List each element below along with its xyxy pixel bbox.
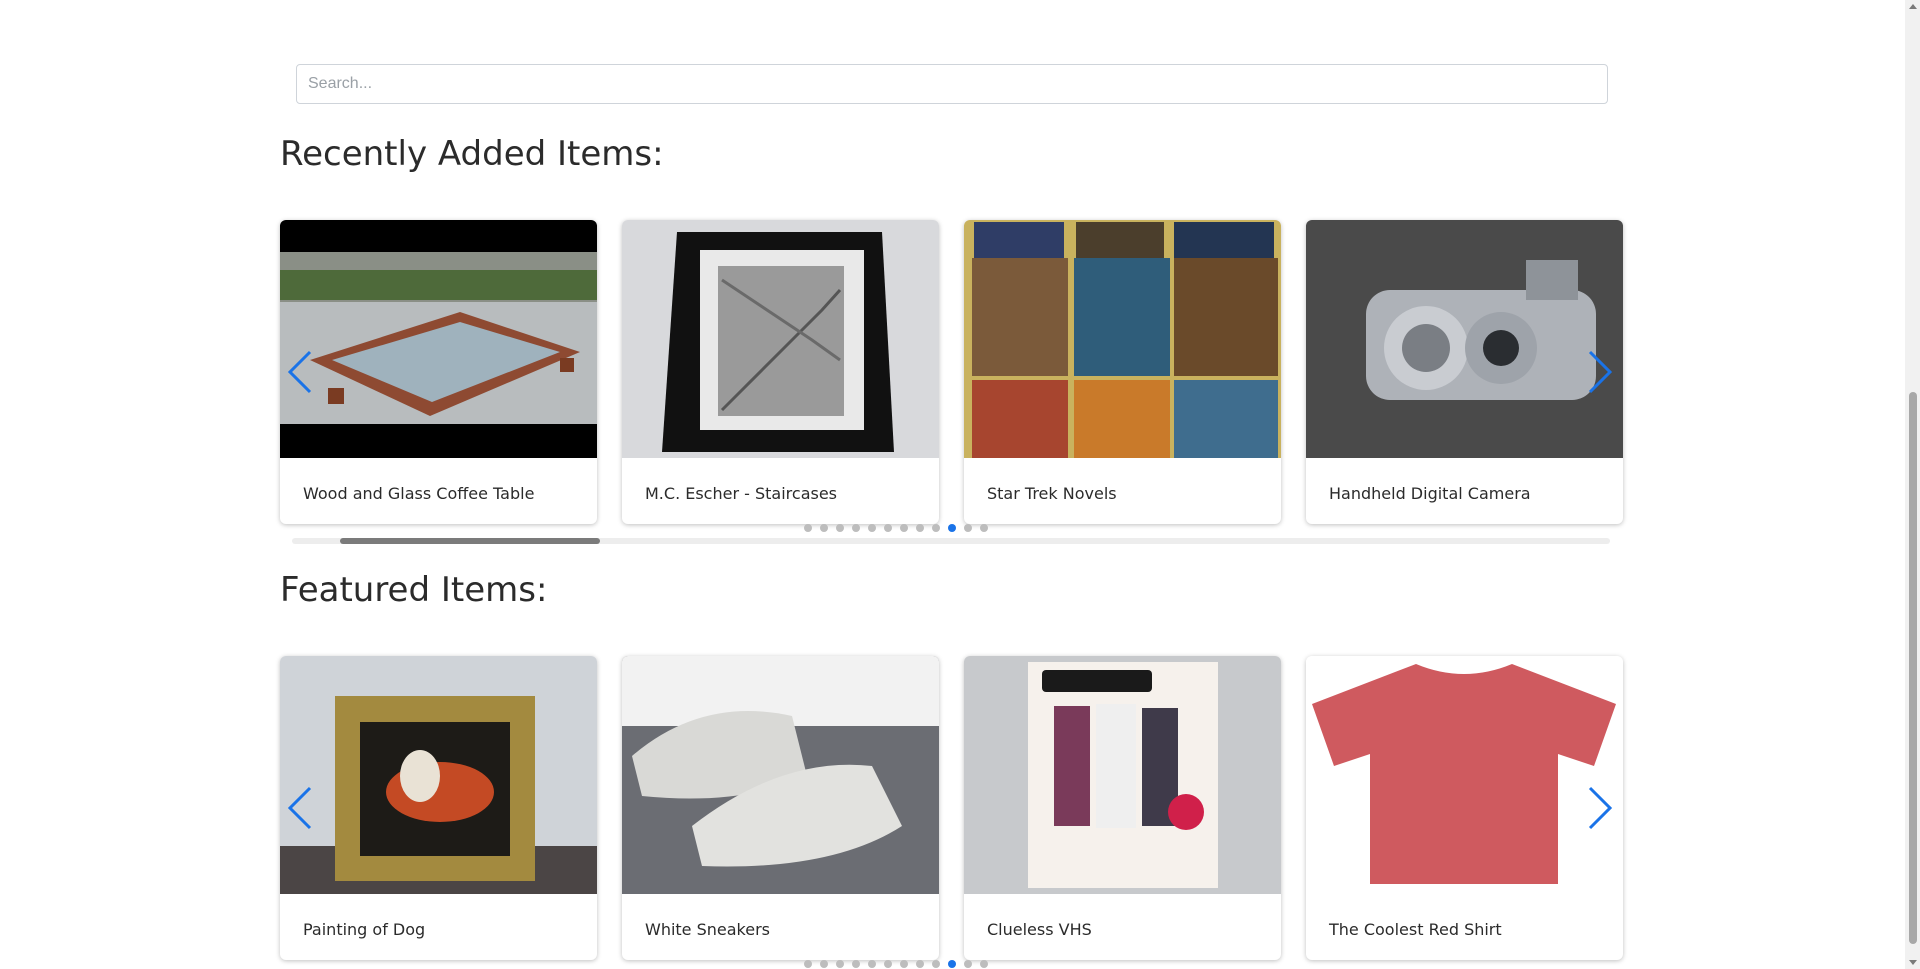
pagination-dot[interactable] [964,524,972,532]
scroll-down-icon[interactable] [1909,960,1917,965]
item-title: Wood and Glass Coffee Table [303,484,535,503]
item-card[interactable]: The Coolest Red Shirt [1306,656,1623,960]
pagination-dot[interactable] [852,960,860,968]
vertical-scrollbar[interactable] [1905,0,1920,969]
pagination-dot[interactable] [916,960,924,968]
item-title: Star Trek Novels [987,484,1117,503]
pagination-dot[interactable] [836,524,844,532]
item-title: Painting of Dog [303,920,426,939]
digital-camera-image [1306,220,1623,458]
carousel-pagination [280,960,1624,968]
pagination-dot[interactable] [868,960,876,968]
item-card[interactable]: M.C. Escher - Staircases [622,220,939,524]
pagination-dot[interactable] [932,524,940,532]
pagination-dot[interactable] [804,960,812,968]
carousel-pagination [280,524,1624,532]
escher-image [622,220,939,458]
pagination-dot[interactable] [884,524,892,532]
recently-added-heading: Recently Added Items: [280,134,664,174]
pagination-dot[interactable] [948,960,956,968]
pagination-dot[interactable] [852,524,860,532]
item-card[interactable]: Painting of Dog [280,656,597,960]
carousel-next-button[interactable] [1582,344,1618,400]
item-card[interactable]: Clueless VHS [964,656,1281,960]
star-trek-novels-image [964,220,1281,458]
pagination-dot[interactable] [868,524,876,532]
pagination-dot[interactable] [884,960,892,968]
pagination-dot[interactable] [900,524,908,532]
pagination-dot[interactable] [980,524,988,532]
pagination-dot[interactable] [964,960,972,968]
carousel-prev-button[interactable] [282,780,318,836]
item-card[interactable]: Star Trek Novels [964,220,1281,524]
pagination-dot[interactable] [836,960,844,968]
recently-added-carousel: Wood and Glass Coffee Table M.C. Escher … [280,220,1624,532]
item-card[interactable]: White Sneakers [622,656,939,960]
scroll-up-icon[interactable] [1909,4,1917,9]
pagination-dot[interactable] [948,524,956,532]
item-card[interactable]: Wood and Glass Coffee Table [280,220,597,524]
vertical-scroll-thumb[interactable] [1909,392,1917,944]
white-sneakers-image [622,656,939,894]
carousel-prev-button[interactable] [282,344,318,400]
chevron-right-icon [1588,786,1613,830]
carousel-next-button[interactable] [1582,780,1618,836]
featured-heading: Featured Items: [280,570,548,610]
clueless-vhs-image [964,656,1281,894]
item-title: Clueless VHS [987,920,1092,939]
item-title: The Coolest Red Shirt [1329,920,1502,939]
search-input[interactable] [296,64,1608,104]
horizontal-scroll-thumb[interactable] [340,538,600,544]
chevron-right-icon [1588,350,1613,394]
pagination-dot[interactable] [932,960,940,968]
chevron-left-icon [287,786,312,830]
item-title: White Sneakers [645,920,771,939]
item-title: M.C. Escher - Staircases [645,484,838,503]
item-card[interactable]: Handheld Digital Camera [1306,220,1623,524]
coffee-table-image [280,220,597,458]
featured-carousel: Painting of Dog White Sneakers Clueless … [280,656,1624,968]
item-title: Handheld Digital Camera [1329,484,1531,503]
pagination-dot[interactable] [804,524,812,532]
dog-painting-image [280,656,597,894]
pagination-dot[interactable] [900,960,908,968]
horizontal-scrollbar[interactable] [292,538,1610,544]
chevron-left-icon [287,350,312,394]
red-shirt-image [1306,656,1623,894]
pagination-dot[interactable] [820,960,828,968]
pagination-dot[interactable] [916,524,924,532]
pagination-dot[interactable] [820,524,828,532]
pagination-dot[interactable] [980,960,988,968]
